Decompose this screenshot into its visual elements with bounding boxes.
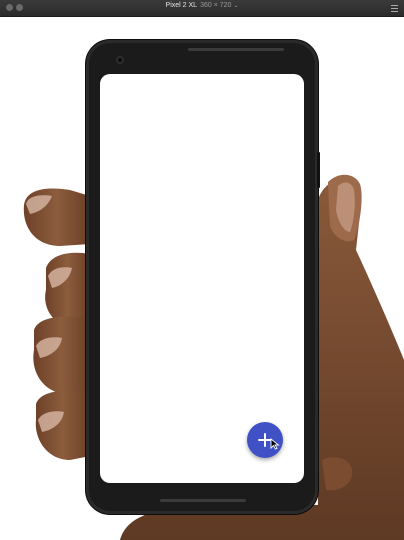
phone-power-button bbox=[317, 152, 320, 188]
phone-device bbox=[86, 40, 320, 514]
phone-speaker-bottom bbox=[160, 499, 246, 502]
app-screen bbox=[100, 74, 304, 483]
mouse-cursor-icon bbox=[270, 438, 280, 450]
phone-camera bbox=[116, 56, 124, 64]
phone-speaker-top bbox=[188, 48, 284, 51]
